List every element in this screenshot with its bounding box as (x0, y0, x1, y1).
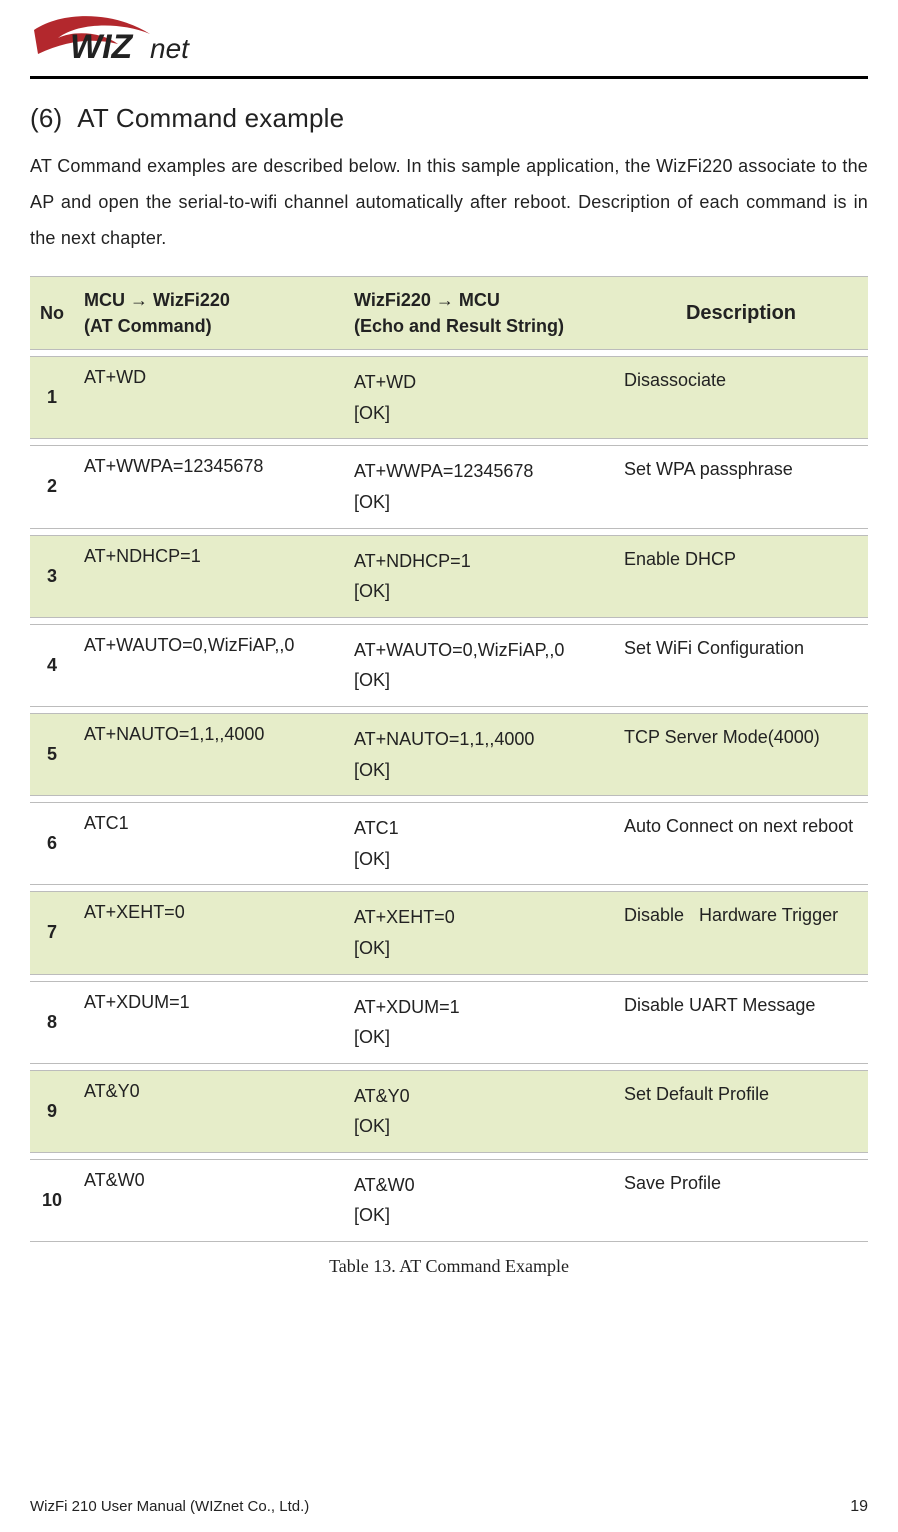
page-number: 19 (850, 1498, 868, 1516)
at-command-table: No MCU → WizFi220(AT Command) WizFi220 →… (30, 270, 868, 1248)
cell-mcu: AT+NAUTO=1,1,,4000 (74, 713, 344, 796)
document-page: WIZ net (6) AT Command example AT Comman… (0, 0, 898, 1532)
cell-mcu: AT+WD (74, 356, 344, 439)
header-divider (30, 76, 868, 79)
cell-no: 10 (30, 1159, 74, 1242)
col-echo: WizFi220 → MCU(Echo and Result String) (344, 276, 614, 350)
cell-echo: AT+XDUM=1[OK] (344, 981, 614, 1064)
cell-no: 3 (30, 535, 74, 618)
main-content: (6) AT Command example AT Command exampl… (30, 103, 868, 1277)
cell-echo: AT&W0[OK] (344, 1159, 614, 1242)
cell-echo: AT+NDHCP=1[OK] (344, 535, 614, 618)
cell-no: 9 (30, 1070, 74, 1153)
cell-desc: Disable Hardware Trigger (614, 891, 868, 974)
col-desc: Description (614, 276, 868, 350)
table-row: 3AT+NDHCP=1AT+NDHCP=1[OK]Enable DHCP (30, 535, 868, 618)
cell-no: 8 (30, 981, 74, 1064)
cell-echo: ATC1[OK] (344, 802, 614, 885)
page-footer: WizFi 210 User Manual (WIZnet Co., Ltd.)… (30, 1498, 868, 1516)
page-header: WIZ net (30, 10, 868, 68)
cell-mcu: ATC1 (74, 802, 344, 885)
table-row: 8AT+XDUM=1AT+XDUM=1[OK]Disable UART Mess… (30, 981, 868, 1064)
wiznet-logo-icon: WIZ net (30, 14, 242, 68)
section-heading: (6) AT Command example (30, 103, 868, 134)
svg-text:WIZ: WIZ (70, 28, 134, 66)
cell-mcu: AT+WAUTO=0,WizFiAP,,0 (74, 624, 344, 707)
cell-desc: Enable DHCP (614, 535, 868, 618)
footer-left-text: WizFi 210 User Manual (WIZnet Co., Ltd.) (30, 1498, 309, 1515)
cell-desc: Save Profile (614, 1159, 868, 1242)
table-row: 5AT+NAUTO=1,1,,4000AT+NAUTO=1,1,,4000[OK… (30, 713, 868, 796)
table-row: 9AT&Y0AT&Y0[OK]Set Default Profile (30, 1070, 868, 1153)
cell-no: 4 (30, 624, 74, 707)
cell-echo: AT+WD[OK] (344, 356, 614, 439)
cell-mcu: AT&Y0 (74, 1070, 344, 1153)
table-row: 10AT&W0AT&W0[OK]Save Profile (30, 1159, 868, 1242)
cell-desc: Set Default Profile (614, 1070, 868, 1153)
table-header-row: No MCU → WizFi220(AT Command) WizFi220 →… (30, 276, 868, 350)
intro-paragraph: AT Command examples are described below.… (30, 148, 868, 256)
cell-desc: Set WiFi Configuration (614, 624, 868, 707)
cell-desc: Disable UART Message (614, 981, 868, 1064)
cell-echo: AT+WAUTO=0,WizFiAP,,0[OK] (344, 624, 614, 707)
cell-no: 1 (30, 356, 74, 439)
cell-mcu: AT+WWPA=12345678 (74, 445, 344, 528)
table-caption: Table 13. AT Command Example (30, 1256, 868, 1277)
cell-mcu: AT+XDUM=1 (74, 981, 344, 1064)
cell-echo: AT+WWPA=12345678[OK] (344, 445, 614, 528)
cell-desc: TCP Server Mode(4000) (614, 713, 868, 796)
col-mcu: MCU → WizFi220(AT Command) (74, 276, 344, 350)
cell-desc: Disassociate (614, 356, 868, 439)
table-row: 2AT+WWPA=12345678AT+WWPA=12345678[OK]Set… (30, 445, 868, 528)
cell-mcu: AT+XEHT=0 (74, 891, 344, 974)
table-row: 6ATC1ATC1[OK]Auto Connect on next reboot (30, 802, 868, 885)
table-row: 7AT+XEHT=0AT+XEHT=0[OK]Disable Hardware … (30, 891, 868, 974)
cell-echo: AT+NAUTO=1,1,,4000[OK] (344, 713, 614, 796)
cell-desc: Set WPA passphrase (614, 445, 868, 528)
table-row: 1AT+WDAT+WD[OK]Disassociate (30, 356, 868, 439)
cell-mcu: AT&W0 (74, 1159, 344, 1242)
cell-no: 6 (30, 802, 74, 885)
table-row: 4AT+WAUTO=0,WizFiAP,,0AT+WAUTO=0,WizFiAP… (30, 624, 868, 707)
cell-no: 7 (30, 891, 74, 974)
cell-echo: AT+XEHT=0[OK] (344, 891, 614, 974)
cell-no: 2 (30, 445, 74, 528)
cell-mcu: AT+NDHCP=1 (74, 535, 344, 618)
cell-desc: Auto Connect on next reboot (614, 802, 868, 885)
svg-text:net: net (150, 33, 190, 64)
cell-no: 5 (30, 713, 74, 796)
brand-logo: WIZ net (30, 10, 868, 68)
cell-echo: AT&Y0[OK] (344, 1070, 614, 1153)
col-no: No (30, 276, 74, 350)
